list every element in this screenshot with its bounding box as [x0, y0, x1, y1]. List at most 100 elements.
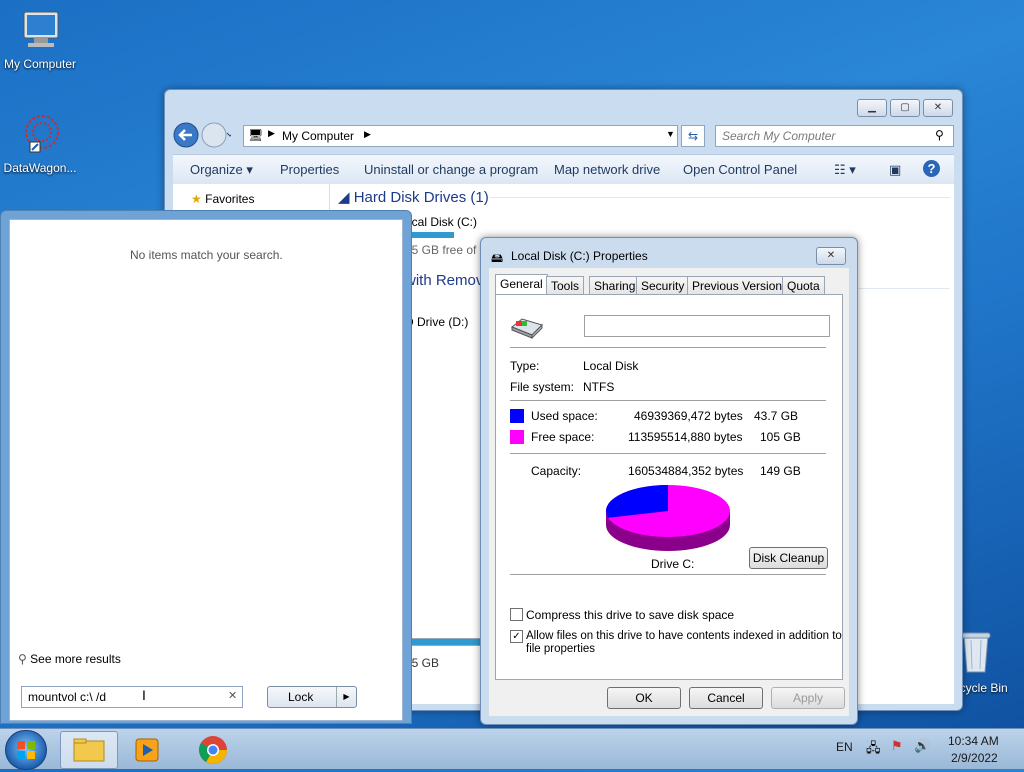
desktop-icon-label: DataWagon...: [3, 161, 77, 175]
dvd-drive-item[interactable]: D Drive (D:): [405, 315, 468, 329]
lock-button[interactable]: Lock ▶: [267, 686, 357, 708]
see-more-results-link[interactable]: ⚲ See more results: [18, 652, 121, 666]
tab-previous-versions[interactable]: Previous Versions: [687, 276, 794, 295]
control-panel-button[interactable]: Open Control Panel: [683, 162, 797, 177]
datawagon-icon: [25, 115, 59, 153]
search-placeholder: Search My Computer: [722, 129, 836, 143]
search-icon[interactable]: ⚲: [935, 128, 944, 142]
tab-sharing[interactable]: Sharing: [589, 276, 641, 295]
free-space-text: 05 GB free of 1: [405, 243, 487, 257]
clock-time[interactable]: 10:34 AM: [948, 734, 999, 748]
free-space-bytes: 113595514,880 bytes: [628, 430, 743, 444]
properties-button[interactable]: Properties: [280, 162, 339, 177]
tab-tools[interactable]: Tools: [546, 276, 585, 295]
tab-general[interactable]: General: [495, 274, 548, 295]
disk-usage-pie-chart: [606, 485, 730, 551]
desktop-icon-datawagon[interactable]: DataWagon...: [0, 112, 80, 175]
address-text: My Computer: [282, 129, 355, 143]
compress-label: Compress this drive to save disk space: [526, 608, 735, 622]
windows-logo-icon: [17, 741, 35, 759]
star-icon: ★: [191, 192, 202, 206]
tab-quota[interactable]: Quota: [782, 276, 825, 295]
action-center-flag-icon[interactable]: ⚑: [891, 738, 903, 754]
drive-label-input[interactable]: [584, 315, 830, 337]
apply-button[interactable]: Apply: [771, 687, 845, 709]
free-space-label: Free space:: [531, 430, 595, 444]
search-value: mountvol c:\ /d: [28, 690, 107, 704]
chevron-right-icon: ▶: [268, 128, 275, 138]
back-forward-icons[interactable]: [173, 121, 231, 149]
index-label-line2: file properties: [526, 643, 596, 655]
start-search-input[interactable]: mountvol c:\ /d I ✕: [21, 686, 243, 708]
group-header-hdd[interactable]: ◢ Hard Disk Drives (1): [338, 188, 489, 206]
search-input[interactable]: Search My Computer ⚲: [715, 125, 954, 147]
dialog-close-button[interactable]: ✕: [816, 247, 846, 265]
command-bar: Organize ▾ Properties Uninstall or chang…: [173, 154, 954, 185]
clear-search-icon[interactable]: ✕: [228, 689, 237, 702]
start-button[interactable]: [5, 730, 47, 770]
group-header-removable[interactable]: with Remov: [405, 272, 483, 289]
folder-icon: [73, 738, 105, 762]
used-space-gb: 43.7 GB: [754, 409, 799, 423]
network-icon[interactable]: 🖧: [866, 739, 881, 761]
drive-c-label: Drive C:: [651, 557, 695, 571]
preview-pane-icon[interactable]: ▣: [889, 162, 901, 178]
ok-button[interactable]: OK: [607, 687, 681, 709]
index-label: Allow files on this drive to have conten…: [526, 630, 842, 642]
search-icon: ⚲: [18, 652, 27, 666]
disk-cleanup-button[interactable]: Disk Cleanup: [749, 547, 828, 569]
taskbar-explorer-button[interactable]: [60, 731, 118, 769]
uninstall-button[interactable]: Uninstall or change a program: [364, 162, 538, 177]
tab-security[interactable]: Security: [636, 276, 690, 295]
close-button[interactable]: ✕: [923, 99, 953, 117]
chrome-icon: [199, 736, 227, 764]
free-space-gb: 105 GB: [760, 430, 801, 444]
index-checkbox[interactable]: ✓: [510, 630, 523, 643]
computer-icon: 🖥: [248, 128, 264, 142]
taskbar-media-player-button[interactable]: [134, 737, 160, 766]
desktop-icon-my-computer[interactable]: My Computer: [0, 8, 80, 71]
chevron-down-icon[interactable]: ▼: [666, 129, 675, 139]
media-player-icon: [135, 738, 159, 762]
taskbar: EN 🖧 ⚑ 🔊 10:34 AM 2/9/2022: [0, 728, 1024, 770]
taskbar-chrome-button[interactable]: [197, 734, 229, 769]
computer-icon: [23, 11, 59, 47]
bottom-usage-bar: [402, 638, 484, 646]
lock-options-arrow-icon[interactable]: ▶: [336, 687, 356, 707]
capacity-bytes: 160534884,352 bytes: [628, 464, 744, 478]
local-disk-item[interactable]: ocal Disk (C:): [405, 215, 477, 229]
view-options-icon[interactable]: ☷ ▾: [834, 162, 856, 178]
text-cursor-icon: I: [142, 687, 146, 703]
start-menu-results: No items match your search. ⚲ See more r…: [9, 219, 403, 721]
minimize-button[interactable]: ▁: [857, 99, 887, 117]
desktop-icon-label: My Computer: [3, 57, 77, 71]
no-results-text: No items match your search.: [130, 248, 283, 262]
dialog-body: General Tools Sharing Security Previous …: [489, 268, 849, 716]
compress-checkbox[interactable]: [510, 608, 523, 621]
maximize-button[interactable]: ▢: [890, 99, 920, 117]
clock-date[interactable]: 2/9/2022: [951, 751, 998, 765]
properties-dialog: 🖴 Local Disk (C:) Properties ✕ General T…: [480, 237, 858, 725]
map-drive-button[interactable]: Map network drive: [554, 162, 660, 177]
start-menu: No items match your search. ⚲ See more r…: [0, 210, 412, 724]
chevron-right-icon: ▶: [364, 129, 371, 139]
organize-button[interactable]: Organize ▾: [190, 162, 253, 178]
used-space-bytes: 46939369,472 bytes: [634, 409, 743, 423]
type-value: Local Disk: [583, 359, 639, 373]
type-label: Type:: [510, 359, 540, 373]
language-indicator[interactable]: EN: [836, 740, 853, 754]
capacity-gb: 149 GB: [760, 464, 801, 478]
cancel-button[interactable]: Cancel: [689, 687, 763, 709]
drive-icon: 🖴: [491, 251, 504, 265]
filesystem-label: File system:: [510, 380, 575, 394]
filesystem-value: NTFS: [583, 380, 615, 394]
general-tab-panel: Type: Local Disk File system: NTFS Used …: [495, 294, 843, 680]
free-space-swatch: [510, 430, 524, 444]
refresh-button[interactable]: ⇆: [681, 125, 705, 147]
used-space-label: Used space:: [531, 409, 598, 423]
address-bar[interactable]: 🖥 ▶ My Computer ▶ ▼: [243, 125, 678, 147]
capacity-label: Capacity:: [531, 464, 582, 478]
volume-icon[interactable]: 🔊: [914, 738, 930, 754]
favorites-item[interactable]: ★ Favorites: [191, 192, 254, 206]
help-icon[interactable]: ?: [923, 160, 940, 177]
